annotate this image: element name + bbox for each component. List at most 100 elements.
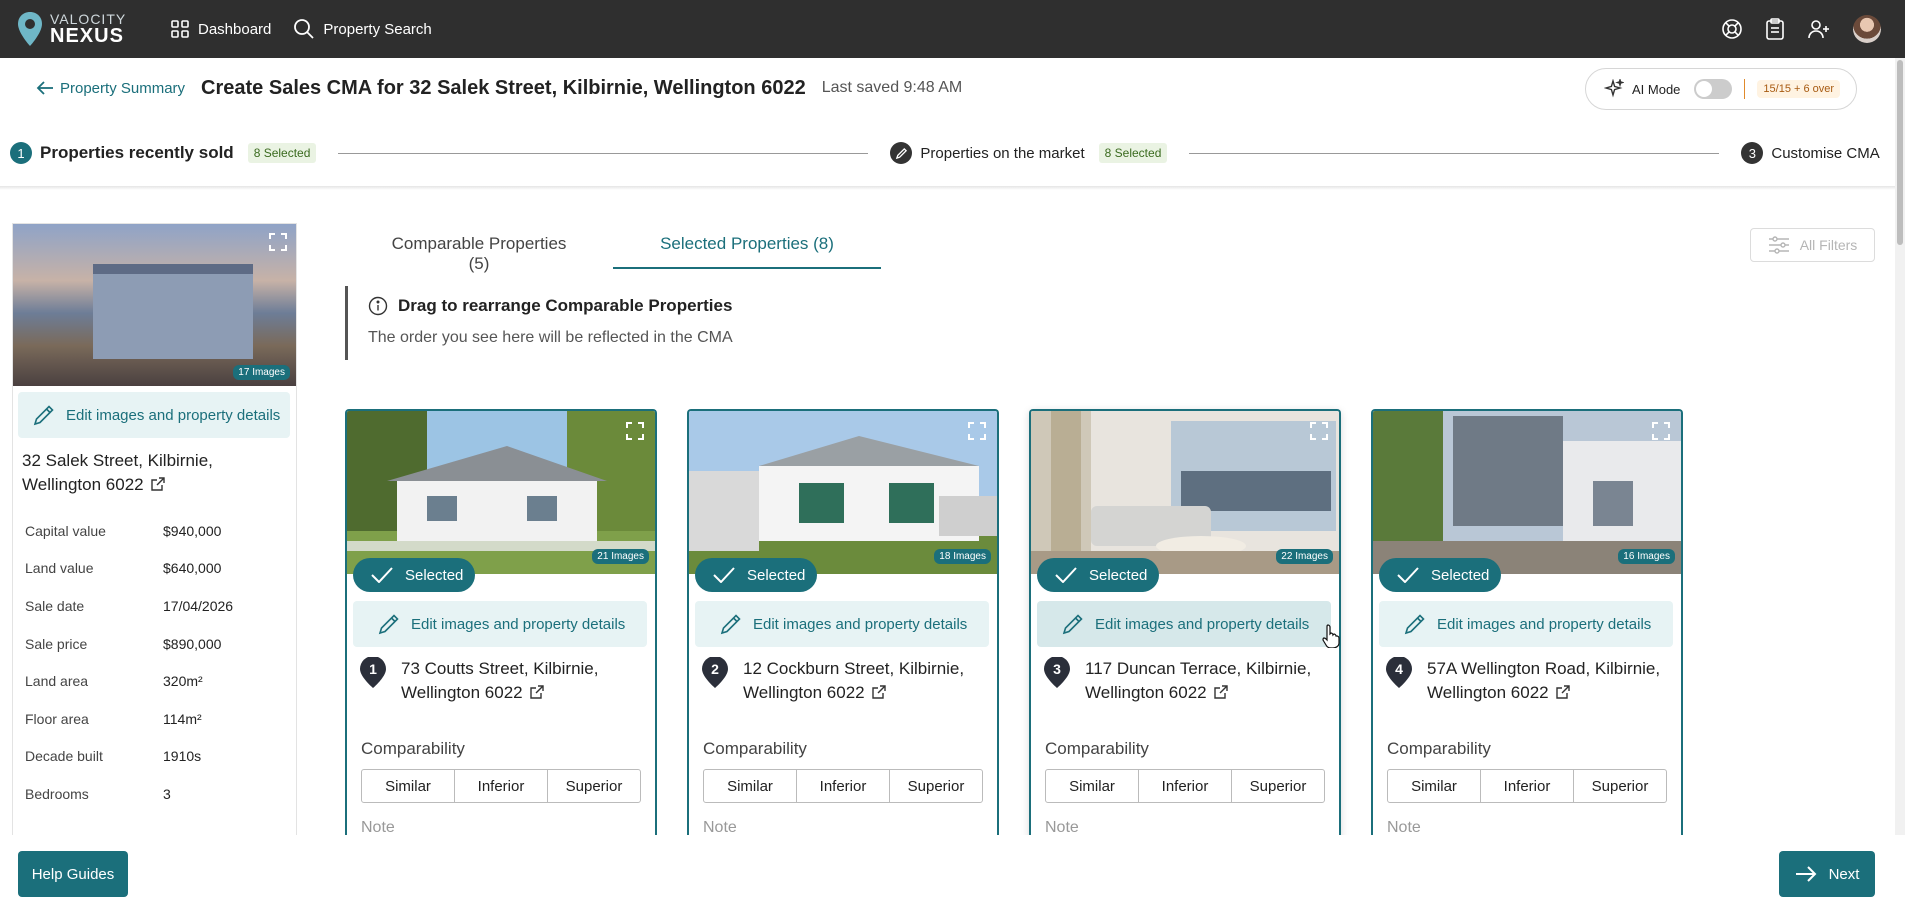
option-superior[interactable]: Superior [1232, 770, 1324, 802]
detail-row: Land value $640,000 [25, 550, 285, 588]
ai-mode-toggle[interactable] [1694, 79, 1733, 99]
option-inferior[interactable]: Inferior [455, 770, 548, 802]
clipboard-icon[interactable] [1765, 18, 1785, 40]
comparability-label: Comparability [1045, 739, 1149, 758]
step-selected-badge: 8 Selected [1098, 143, 1168, 163]
order-pin-icon: 1 [359, 656, 387, 689]
property-address[interactable]: 2 12 Cockburn Street, Kilbirnie, Wellingt… [701, 656, 991, 705]
edit-property-button[interactable]: Edit images and property details [1379, 601, 1673, 647]
external-link-icon[interactable] [1555, 685, 1570, 700]
selected-toggle-button[interactable]: Selected [1379, 558, 1501, 592]
ai-mode-label: AI Mode [1632, 81, 1681, 97]
address-line-1: 57A Wellington Road, Kilbirnie, [1427, 659, 1661, 678]
property-card[interactable]: 18 Images Selected Edit images and prope… [687, 409, 999, 839]
property-card[interactable]: 16 Images Selected Edit images and prope… [1371, 409, 1683, 839]
tab-selected-properties[interactable]: Selected Properties (8) [613, 224, 881, 269]
step-connector [338, 152, 869, 154]
back-to-property-summary-link[interactable]: Property Summary [36, 80, 185, 97]
external-link-icon[interactable] [1213, 685, 1228, 700]
check-icon [1055, 567, 1077, 583]
pencil-icon [33, 405, 54, 426]
sliders-icon [1768, 236, 1789, 254]
subject-address[interactable]: 32 Salek Street, Kilbirnie, Wellington 6… [22, 449, 282, 497]
option-inferior[interactable]: Inferior [1481, 770, 1574, 802]
user-settings-icon[interactable] [1807, 18, 1831, 40]
address-line-2: Wellington 6022 [22, 475, 144, 494]
option-superior[interactable]: Superior [1574, 770, 1666, 802]
edit-property-button[interactable]: Edit images and property details [695, 601, 989, 647]
edit-button-label: Edit images and property details [1437, 615, 1652, 633]
option-inferior[interactable]: Inferior [1139, 770, 1232, 802]
edit-button-label: Edit images and property details [1095, 615, 1310, 633]
option-similar[interactable]: Similar [1046, 770, 1139, 802]
all-filters-button[interactable]: All Filters [1750, 228, 1875, 262]
subject-property-photo[interactable]: 17 Images [13, 224, 296, 386]
detail-value: $940,000 [163, 522, 222, 539]
detail-key: Decade built [25, 748, 103, 765]
edit-property-button[interactable]: Edit images and property details [1037, 601, 1331, 647]
edit-property-button[interactable]: Edit images and property details [353, 601, 647, 647]
option-superior[interactable]: Superior [890, 770, 982, 802]
valocity-nexus-logo[interactable]: VALOCITY NEXUS [16, 11, 146, 47]
nav-property-search[interactable]: Property Search [293, 18, 432, 40]
step-customise-cma[interactable]: 3 Customise CMA [1741, 142, 1880, 164]
image-count-badge: 21 Images [592, 549, 649, 564]
image-count-badge: 17 Images [233, 365, 290, 380]
detail-row: Land area 320m² [25, 662, 285, 700]
selected-toggle-button[interactable]: Selected [353, 558, 475, 592]
subject-property-panel: 17 Images Edit images and property detai… [12, 223, 297, 835]
option-similar[interactable]: Similar [704, 770, 797, 802]
option-inferior[interactable]: Inferior [797, 770, 890, 802]
nav-dashboard[interactable]: Dashboard [170, 19, 271, 39]
address-line-2: Wellington 6022 [1085, 683, 1207, 702]
step-properties-on-market[interactable]: Properties on the market 8 Selected [890, 142, 1168, 164]
option-similar[interactable]: Similar [1388, 770, 1481, 802]
expand-icon[interactable] [967, 421, 987, 441]
option-similar[interactable]: Similar [362, 770, 455, 802]
check-icon [371, 567, 393, 583]
help-guides-button[interactable]: Help Guides [18, 851, 128, 897]
detail-value: 3 [163, 785, 171, 802]
detail-key: Floor area [25, 710, 89, 727]
edit-subject-property-button[interactable]: Edit images and property details [18, 392, 290, 438]
selected-toggle-button[interactable]: Selected [695, 558, 817, 592]
property-card[interactable]: 22 Images Selected Edit images and prope… [1029, 409, 1341, 839]
external-link-icon[interactable] [529, 685, 544, 700]
expand-icon[interactable] [625, 421, 645, 441]
image-count-badge: 22 Images [1276, 549, 1333, 564]
next-button[interactable]: Next [1779, 851, 1875, 897]
expand-icon[interactable] [268, 232, 288, 252]
info-icon [368, 296, 388, 316]
selected-toggle-button[interactable]: Selected [1037, 558, 1159, 592]
scrollbar-thumb[interactable] [1897, 60, 1903, 245]
property-card[interactable]: 21 Images Selected Edit images and prope… [345, 409, 657, 839]
address-line-1: 73 Coutts Street, Kilbirnie, [401, 659, 599, 678]
ai-quota-badge: 15/15 + 6 over [1757, 80, 1841, 98]
comparability-label: Comparability [703, 739, 807, 758]
tab-comparable-properties[interactable]: Comparable Properties (5) [345, 224, 613, 273]
info-subtitle: The order you see here will be reflected… [368, 329, 733, 346]
expand-icon[interactable] [1309, 421, 1329, 441]
property-address[interactable]: 3 117 Duncan Terrace, Kilbirnie, Wellingt… [1043, 656, 1333, 705]
pencil-icon [1404, 614, 1425, 635]
step-properties-recently-sold[interactable]: 1 Properties recently sold 8 Selected [10, 142, 317, 164]
expand-icon[interactable] [1651, 421, 1671, 441]
check-icon [713, 567, 735, 583]
external-link-icon[interactable] [871, 685, 886, 700]
next-button-label: Next [1828, 865, 1860, 883]
page-scrollbar[interactable] [1895, 58, 1905, 835]
detail-value: $640,000 [163, 560, 222, 577]
bottom-action-bar: Help Guides Next [0, 835, 1905, 911]
check-icon [1397, 567, 1419, 583]
option-superior[interactable]: Superior [548, 770, 640, 802]
external-link-icon[interactable] [150, 477, 165, 492]
step-selected-badge: 8 Selected [247, 143, 317, 163]
help-lifebuoy-icon[interactable] [1721, 18, 1743, 40]
comparability-selector: Similar Inferior Superior [361, 769, 641, 803]
user-avatar[interactable] [1853, 15, 1881, 43]
ai-mode-panel: AI Mode 15/15 + 6 over [1585, 68, 1857, 110]
subject-details-list: Capital value $940,000 Land value $640,000… [25, 512, 285, 813]
property-address[interactable]: 1 73 Coutts Street, Kilbirnie, Wellington… [359, 656, 649, 705]
property-address[interactable]: 4 57A Wellington Road, Kilbirnie, Welling… [1385, 656, 1675, 705]
step-label: Properties recently sold [40, 143, 234, 162]
